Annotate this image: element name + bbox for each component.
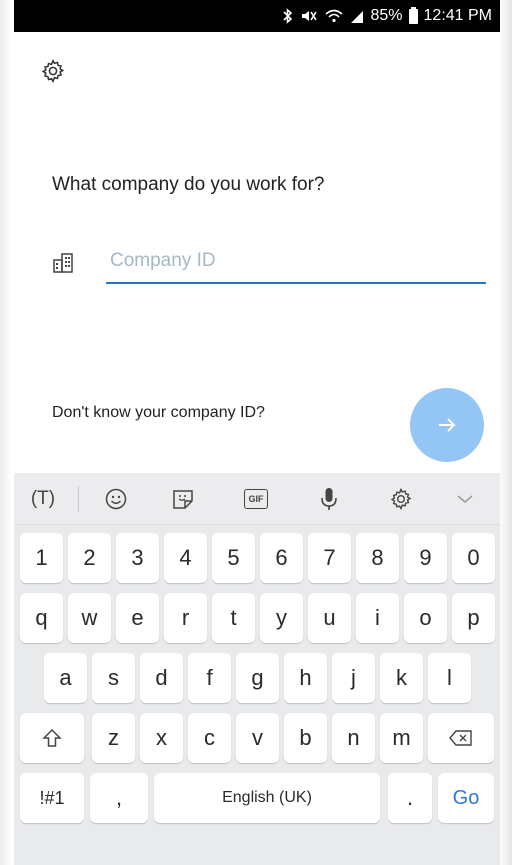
key-1[interactable]: 1	[20, 533, 63, 583]
status-time: 12:41 PM	[423, 7, 492, 24]
next-button[interactable]	[410, 388, 484, 462]
key-0[interactable]: 0	[452, 533, 495, 583]
collapse-chevron-icon	[457, 494, 473, 503]
left-shadow	[0, 0, 12, 865]
key-b[interactable]: b	[284, 713, 327, 763]
company-id-input[interactable]	[106, 240, 486, 284]
building-icon	[52, 252, 74, 274]
battery-percent: 85%	[370, 7, 403, 24]
keyboard-settings-button[interactable]	[365, 473, 437, 525]
shift-icon	[42, 728, 62, 747]
collapse-keyboard-button[interactable]	[437, 473, 493, 525]
device-screen: 85% 12:41 PM What company do you work fo…	[0, 0, 512, 865]
key-r[interactable]: r	[164, 593, 207, 643]
key-z[interactable]: z	[92, 713, 135, 763]
key-s[interactable]: s	[92, 653, 135, 703]
arrow-right-icon	[439, 418, 456, 432]
voice-input-button[interactable]	[293, 473, 365, 525]
emoji-button[interactable]	[85, 473, 147, 525]
gif-button[interactable]: GIF	[219, 473, 293, 525]
status-bar: 85% 12:41 PM	[14, 0, 500, 32]
backspace-key[interactable]	[428, 713, 494, 763]
signal-icon	[350, 8, 364, 24]
text-mode-icon: (T)	[30, 487, 56, 509]
key-g[interactable]: g	[236, 653, 279, 703]
key-k[interactable]: k	[380, 653, 423, 703]
key-w[interactable]: w	[68, 593, 111, 643]
bottom-row: !#1 , English (UK) . Go	[14, 773, 500, 825]
key-9[interactable]: 9	[404, 533, 447, 583]
sticker-icon	[173, 489, 193, 509]
key-i[interactable]: i	[356, 593, 399, 643]
symbols-key[interactable]: !#1	[20, 773, 84, 823]
gear-icon	[41, 59, 65, 83]
number-row: 1234567890	[14, 533, 500, 585]
key-7[interactable]: 7	[308, 533, 351, 583]
key-y[interactable]: y	[260, 593, 303, 643]
toolbar-divider	[78, 485, 79, 512]
company-id-screen: What company do you work for? Don't know…	[14, 32, 500, 472]
key-3[interactable]: 3	[116, 533, 159, 583]
key-6[interactable]: 6	[260, 533, 303, 583]
company-id-help-link[interactable]: Don't know your company ID?	[52, 404, 265, 422]
gif-icon: GIF	[244, 488, 268, 509]
wifi-icon	[324, 8, 344, 24]
key-2[interactable]: 2	[68, 533, 111, 583]
mute-icon	[300, 8, 318, 24]
sticker-button[interactable]	[147, 473, 219, 525]
go-key[interactable]: Go	[438, 773, 494, 823]
settings-button[interactable]	[38, 56, 68, 86]
battery-icon	[408, 6, 418, 24]
backspace-icon	[449, 730, 472, 746]
right-shadow	[498, 0, 512, 865]
key-v[interactable]: v	[236, 713, 279, 763]
microphone-icon	[321, 487, 337, 510]
key-o[interactable]: o	[404, 593, 447, 643]
key-j[interactable]: j	[332, 653, 375, 703]
key-h[interactable]: h	[284, 653, 327, 703]
key-4[interactable]: 4	[164, 533, 207, 583]
space-key[interactable]: English (UK)	[154, 773, 380, 823]
comma-key[interactable]: ,	[90, 773, 148, 823]
emoji-icon	[105, 488, 127, 509]
key-n[interactable]: n	[332, 713, 375, 763]
letter-row-2: asdfghjkl	[14, 653, 500, 705]
key-m[interactable]: m	[380, 713, 423, 763]
key-a[interactable]: a	[44, 653, 87, 703]
key-8[interactable]: 8	[356, 533, 399, 583]
key-5[interactable]: 5	[212, 533, 255, 583]
key-u[interactable]: u	[308, 593, 351, 643]
key-d[interactable]: d	[140, 653, 183, 703]
key-c[interactable]: c	[188, 713, 231, 763]
letter-row-3: zxcvbnm	[14, 713, 500, 765]
company-question: What company do you work for?	[52, 174, 325, 195]
keyboard-settings-icon	[390, 487, 412, 510]
key-t[interactable]: t	[212, 593, 255, 643]
shift-key[interactable]	[20, 713, 84, 763]
period-key[interactable]: .	[388, 773, 432, 823]
key-l[interactable]: l	[428, 653, 471, 703]
key-f[interactable]: f	[188, 653, 231, 703]
letter-row-1: qwertyuiop	[14, 593, 500, 645]
key-p[interactable]: p	[452, 593, 495, 643]
key-x[interactable]: x	[140, 713, 183, 763]
key-q[interactable]: q	[20, 593, 63, 643]
key-e[interactable]: e	[116, 593, 159, 643]
soft-keyboard: (T) GIF 1 2 3 4 5 6 7 8 9 0 q w e r t y …	[14, 473, 500, 865]
keyboard-toolbar: (T) GIF	[14, 473, 500, 525]
text-mode-button[interactable]: (T)	[14, 473, 72, 525]
bluetooth-icon	[282, 8, 294, 24]
